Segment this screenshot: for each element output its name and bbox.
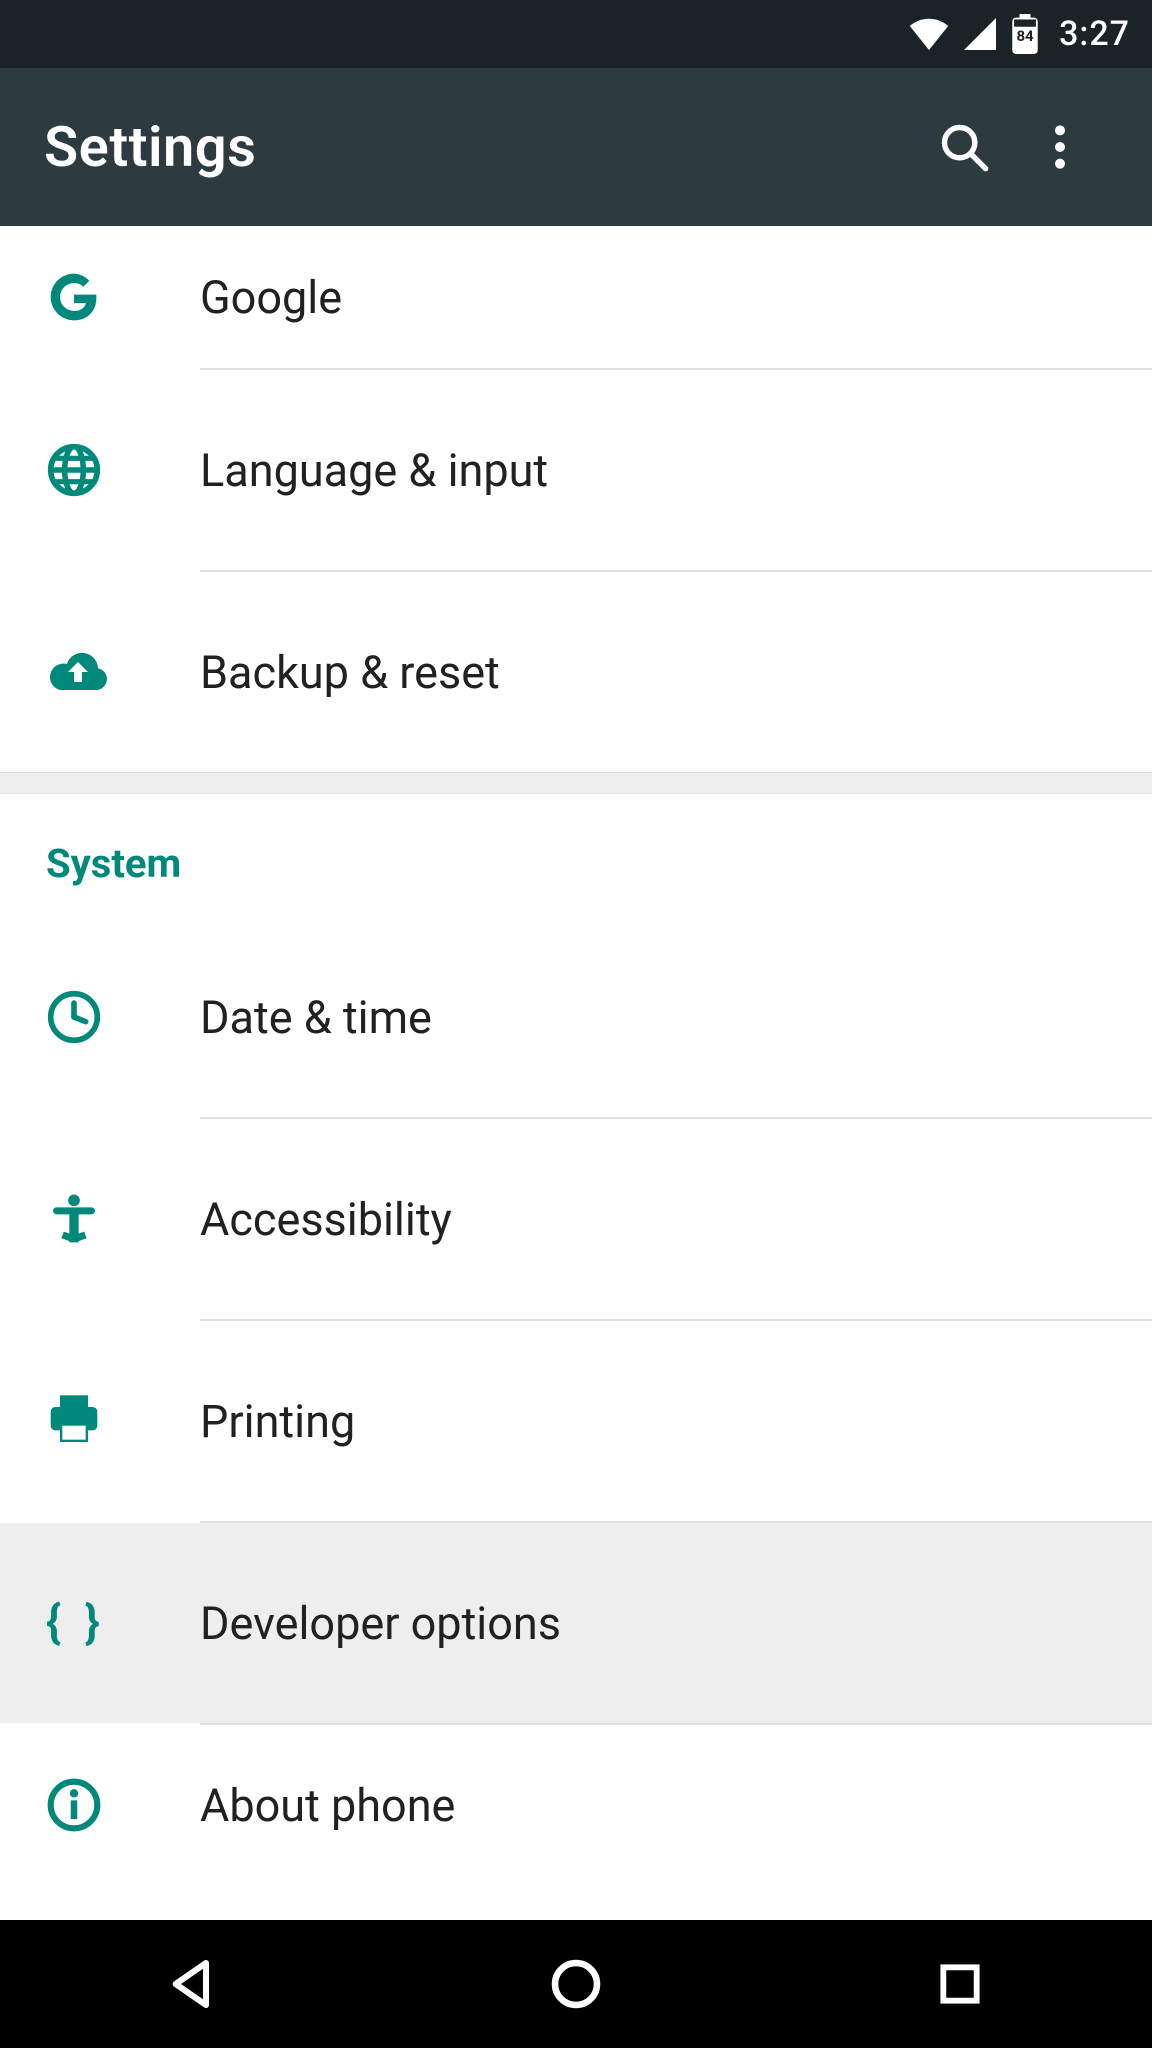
item-date-time[interactable]: Date & time bbox=[0, 917, 1152, 1117]
overflow-menu-button[interactable] bbox=[1012, 99, 1108, 195]
clock-icon bbox=[46, 989, 102, 1045]
item-about-phone[interactable]: About phone bbox=[0, 1725, 1152, 1885]
battery-icon: 84 bbox=[1011, 14, 1039, 54]
status-bar: 84 3:27 bbox=[0, 0, 1152, 68]
battery-percent: 84 bbox=[1016, 27, 1033, 45]
item-label: Backup & reset bbox=[200, 646, 1152, 699]
item-label: Printing bbox=[200, 1395, 1152, 1448]
item-printing[interactable]: Printing bbox=[0, 1321, 1152, 1521]
cloud-upload-icon bbox=[46, 648, 110, 696]
search-icon bbox=[938, 121, 990, 173]
recent-apps-icon bbox=[935, 1959, 985, 2009]
item-label: Accessibility bbox=[200, 1193, 1152, 1246]
wifi-icon bbox=[909, 18, 949, 50]
item-label: Language & input bbox=[200, 444, 1152, 497]
nav-back-button[interactable] bbox=[92, 1920, 292, 2048]
nav-home-button[interactable] bbox=[476, 1920, 676, 2048]
home-icon bbox=[548, 1956, 604, 2012]
search-button[interactable] bbox=[916, 99, 1012, 195]
accessibility-icon bbox=[46, 1191, 102, 1247]
item-label: Google bbox=[200, 271, 1152, 324]
app-bar: Settings bbox=[0, 68, 1152, 226]
info-icon bbox=[46, 1777, 102, 1833]
item-label: Developer options bbox=[200, 1597, 1152, 1650]
back-icon bbox=[164, 1956, 220, 2012]
google-icon bbox=[46, 269, 102, 325]
more-vert-icon bbox=[1055, 125, 1065, 169]
navigation-bar bbox=[0, 1920, 1152, 2048]
page-title: Settings bbox=[44, 114, 916, 180]
item-backup-reset[interactable]: Backup & reset bbox=[0, 572, 1152, 772]
item-label: Date & time bbox=[200, 991, 1152, 1044]
status-time: 3:27 bbox=[1059, 14, 1130, 54]
settings-list[interactable]: Google Language & input bbox=[0, 226, 1152, 1920]
item-developer-options[interactable]: { } Developer options bbox=[0, 1523, 1152, 1723]
item-label: About phone bbox=[200, 1779, 1152, 1832]
cell-signal-icon bbox=[963, 18, 997, 50]
item-google[interactable]: Google bbox=[0, 226, 1152, 368]
item-language-input[interactable]: Language & input bbox=[0, 370, 1152, 570]
printer-icon bbox=[46, 1395, 102, 1447]
globe-icon bbox=[46, 442, 102, 498]
nav-recent-button[interactable] bbox=[860, 1920, 1060, 2048]
section-header-system: System bbox=[0, 794, 1152, 917]
item-accessibility[interactable]: Accessibility bbox=[0, 1119, 1152, 1319]
braces-icon: { } bbox=[46, 1596, 106, 1650]
section-separator bbox=[0, 772, 1152, 794]
